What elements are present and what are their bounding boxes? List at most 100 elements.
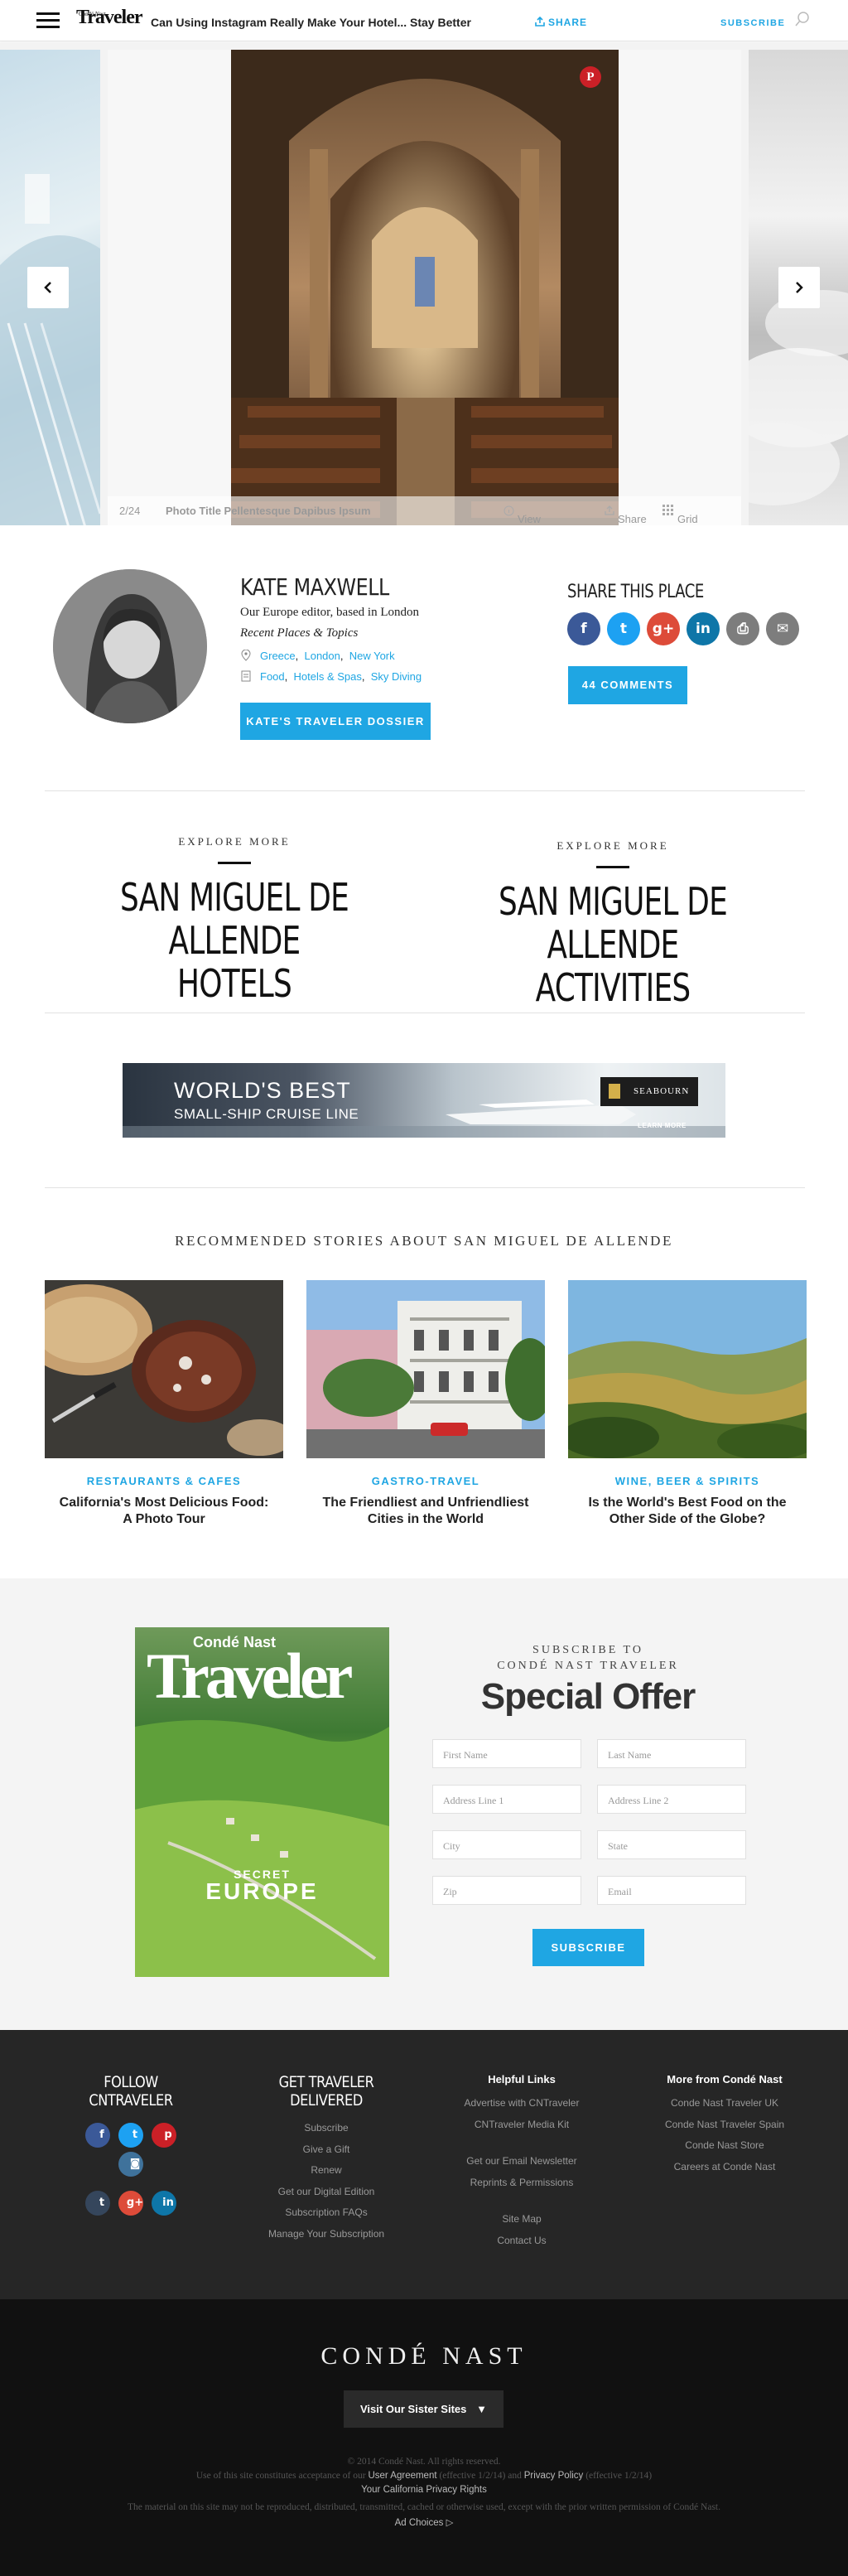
copyright: © 2014 Condé Nast. All rights reserved. [347, 2457, 501, 2467]
california-privacy-link[interactable]: Your California Privacy Rights [361, 2485, 487, 2495]
share-place-heading: SHARE THIS PLACE [567, 582, 704, 602]
ad-choices-link[interactable]: Ad Choices ▷ [395, 2518, 454, 2528]
magazine-cover[interactable]: Condé Nast Traveler SECRET EUROPE [135, 1627, 389, 1977]
google-plus-icon[interactable]: g+ [118, 2191, 143, 2216]
cover-brand: Traveler [147, 1640, 353, 1712]
zip-field[interactable]: Zip [432, 1876, 581, 1905]
address-line2-field[interactable]: Address Line 2 [597, 1785, 746, 1814]
ad-cta[interactable]: LEARN MORE [638, 1122, 687, 1129]
sister-sites-dropdown[interactable]: Visit Our Sister Sites ▼ [344, 2390, 504, 2428]
linkedin-icon[interactable]: in [687, 612, 720, 645]
footer-link[interactable]: Renew [260, 2160, 393, 2182]
california-privacy-line: Your California Privacy Rights [0, 2485, 848, 2495]
linkedin-icon[interactable]: in [152, 2191, 176, 2216]
explore-title-line1: SAN MIGUEL DE [119, 875, 349, 920]
story-title[interactable]: The Friendliest and Unfriendliest Cities… [306, 1495, 545, 1528]
footer-link[interactable]: Contact Us [439, 2230, 605, 2252]
instagram-icon[interactable]: ◙ [118, 2152, 143, 2177]
tumblr-icon[interactable]: t [85, 2191, 110, 2216]
story-title[interactable]: Is the World's Best Food on the Other Si… [568, 1495, 807, 1528]
header-share-button[interactable]: SHARE [535, 16, 587, 28]
pinterest-icon[interactable]: P [580, 66, 601, 88]
twitter-icon[interactable]: t [607, 612, 640, 645]
gallery-next-button[interactable] [778, 267, 820, 308]
footer-link[interactable]: Site Map [439, 2209, 605, 2230]
icon-glyph: ◙ [129, 2158, 141, 2170]
logo-small-text: Condé Nast [79, 11, 106, 17]
place-link-new-york[interactable]: New York [349, 650, 395, 662]
place-link-london[interactable]: London [304, 650, 340, 662]
ad-choices-line: Ad Choices ▷ [0, 2516, 848, 2528]
facebook-icon[interactable]: f [85, 2123, 110, 2148]
place-link-greece[interactable]: Greece [260, 650, 296, 662]
view-caption-button[interactable]: View Caption [504, 505, 541, 525]
last-name-field[interactable]: Last Name [597, 1739, 746, 1768]
footer-link[interactable]: Conde Nast Traveler UK [638, 2093, 812, 2114]
first-name-field[interactable]: First Name [432, 1739, 581, 1768]
icon-glyph: in [696, 621, 711, 637]
footer-link[interactable]: Conde Nast Traveler Spain [638, 2114, 812, 2136]
subscribe-button[interactable]: SUBSCRIBE [532, 1929, 644, 1966]
conde-nast-logo[interactable]: CONDÉ NAST [0, 2342, 848, 2371]
story-category[interactable]: WINE, BEER & SPIRITS [568, 1475, 807, 1487]
gallery-caption-bar: 2/24 Photo Title Pellentesque Dapibus Ip… [108, 496, 741, 525]
grid-view-label: Grid View [677, 513, 698, 525]
footer-link[interactable]: CNTraveler Media Kit [439, 2114, 605, 2136]
footer-link[interactable]: Subscribe [260, 2118, 393, 2139]
topic-link-hotels-spas[interactable]: Hotels & Spas [293, 670, 361, 683]
icon-glyph: g+ [652, 621, 675, 637]
gallery-prev-button[interactable] [27, 267, 69, 308]
story-card[interactable]: GASTRO-TRAVEL The Friendliest and Unfrie… [306, 1280, 545, 1528]
story-category[interactable]: GASTRO-TRAVEL [306, 1475, 545, 1487]
user-agreement-link[interactable]: User Agreement [368, 2471, 436, 2481]
story-title[interactable]: California's Most Delicious Food: A Phot… [45, 1495, 283, 1528]
explore-activities-link[interactable]: EXPLORE MORE SAN MIGUEL DE ALLENDE ACTIV… [455, 839, 770, 1009]
header-subscribe-link[interactable]: SUBSCRIBE [720, 18, 785, 28]
city-field[interactable]: City [432, 1830, 581, 1859]
story-card[interactable]: RESTAURANTS & CAFES California's Most De… [45, 1280, 283, 1528]
author-dossier-button[interactable]: KATE'S TRAVELER DOSSIER [240, 703, 431, 740]
grid-view-button[interactable]: Grid View [662, 505, 698, 525]
twitter-icon[interactable]: t [118, 2123, 143, 2148]
explore-kicker: EXPLORE MORE [178, 835, 291, 848]
footer-link[interactable]: Reprints & Permissions [439, 2172, 605, 2194]
state-field[interactable]: State [597, 1830, 746, 1859]
footer-link[interactable]: Manage Your Subscription [260, 2224, 393, 2245]
footer-link[interactable]: Conde Nast Store [638, 2135, 812, 2157]
address-line1-field[interactable]: Address Line 1 [432, 1785, 581, 1814]
footer-link[interactable]: Subscription FAQs [260, 2202, 393, 2224]
footer-link[interactable]: Give a Gift [260, 2139, 393, 2161]
delivered-links: Subscribe Give a Gift Renew Get our Digital… [260, 2118, 393, 2245]
footer-link[interactable]: Get our Digital Edition [260, 2182, 393, 2203]
story-card[interactable]: WINE, BEER & SPIRITS Is the World's Best… [568, 1280, 807, 1528]
site-footer: FOLLOW CNTRAVELER f t p ◙ t g+ in GET TRAVELE… [0, 2030, 848, 2299]
author-name[interactable]: KATE MAXWELL [240, 573, 389, 601]
author-avatar[interactable] [53, 569, 207, 723]
facebook-icon[interactable]: f [567, 612, 600, 645]
explore-hotels-link[interactable]: EXPLORE MORE SAN MIGUEL DE ALLENDE HOTEL… [77, 835, 392, 1005]
topic-link-sky-diving[interactable]: Sky Diving [371, 670, 422, 683]
google-plus-icon[interactable]: g+ [647, 612, 680, 645]
email-field[interactable]: Email [597, 1876, 746, 1905]
helpful-links-group: Get our Email Newsletter Reprints & Permi… [439, 2151, 605, 2193]
footer-link[interactable]: Careers at Conde Nast [638, 2157, 812, 2178]
footer-link[interactable]: Advertise with CNTraveler [439, 2093, 605, 2114]
site-logo[interactable]: Condé Nast Traveler [76, 7, 143, 28]
advertisement-banner[interactable]: WORLD'S BEST SMALL-SHIP CRUISE LINE SEAB… [123, 1063, 725, 1138]
privacy-policy-link[interactable]: Privacy Policy [524, 2471, 584, 2481]
explore-title-line1: SAN MIGUEL DE [498, 879, 728, 924]
icon-glyph: t [132, 2129, 138, 2141]
photo-share-button[interactable]: Share [605, 505, 647, 525]
pinterest-icon[interactable]: p [152, 2123, 176, 2148]
delivered-heading-line2: DELIVERED [290, 2091, 363, 2110]
menu-icon[interactable] [36, 12, 60, 29]
story-category[interactable]: RESTAURANTS & CAFES [45, 1475, 283, 1487]
search-icon[interactable] [795, 12, 810, 27]
email-icon[interactable]: ✉ [766, 612, 799, 645]
comments-button[interactable]: 44 COMMENTS [568, 666, 687, 704]
delivered-heading-line1: GET TRAVELER [278, 2073, 374, 2091]
footer-link[interactable]: Get our Email Newsletter [439, 2151, 605, 2172]
icon-glyph: t [99, 2197, 105, 2209]
print-icon[interactable]: ⎙ [726, 612, 759, 645]
topic-link-food[interactable]: Food [260, 670, 285, 683]
